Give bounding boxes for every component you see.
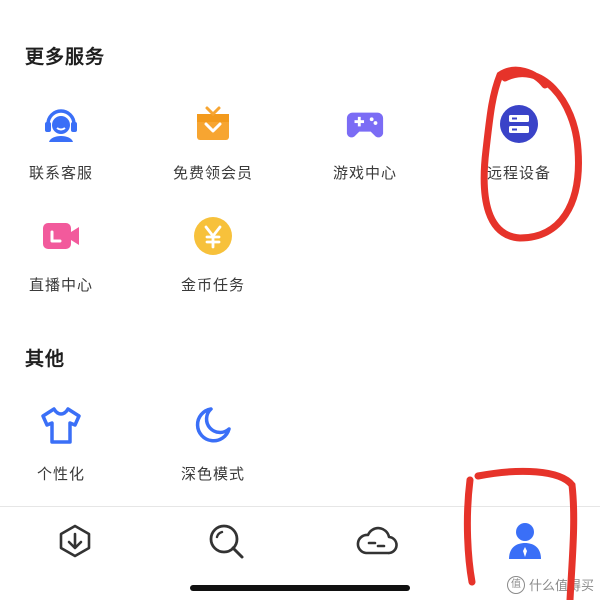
cloud-icon xyxy=(354,523,398,563)
yen-coin-icon xyxy=(193,216,233,256)
tab-search[interactable] xyxy=(196,521,256,565)
other-label: 个性化 xyxy=(36,465,85,483)
service-item-game-center[interactable]: 游戏中心 xyxy=(290,104,440,214)
tab-cloud[interactable] xyxy=(346,521,406,565)
watermark-text: 什么值得买 xyxy=(528,579,594,594)
service-item-free-vip[interactable]: 免费领会员 xyxy=(138,104,288,214)
tab-downloads[interactable] xyxy=(45,521,105,565)
headset-icon xyxy=(41,104,81,144)
section-title-more-services: 更多服务 xyxy=(25,46,106,68)
gamepad-icon xyxy=(345,104,385,144)
moon-icon xyxy=(193,405,233,445)
tab-profile[interactable] xyxy=(495,521,555,565)
section-title-other: 其他 xyxy=(25,348,66,370)
service-label: 金币任务 xyxy=(180,276,245,294)
service-label: 远程设备 xyxy=(486,164,551,182)
gift-icon xyxy=(193,104,233,144)
service-label: 联系客服 xyxy=(28,164,93,182)
service-label: 免费领会员 xyxy=(172,164,253,182)
service-item-customer-service[interactable]: 联系客服 xyxy=(0,104,136,214)
home-indicator xyxy=(190,585,410,591)
service-label: 游戏中心 xyxy=(332,164,397,182)
service-item-remote-device[interactable]: 远程设备 xyxy=(444,104,594,214)
other-label: 深色模式 xyxy=(180,465,245,483)
service-item-live-center[interactable]: 直播中心 xyxy=(0,216,136,326)
download-icon xyxy=(57,523,93,563)
video-icon xyxy=(41,216,81,256)
other-item-personalization[interactable]: 个性化 xyxy=(0,405,136,515)
search-icon xyxy=(206,521,246,565)
watermark-logo: 值 xyxy=(506,575,525,594)
watermark: 值 什么值得买 xyxy=(506,575,594,594)
other-item-dark-mode[interactable]: 深色模式 xyxy=(138,405,288,515)
profile-icon xyxy=(508,521,542,565)
server-icon xyxy=(499,104,539,144)
tshirt-icon xyxy=(41,405,81,445)
service-item-coin-tasks[interactable]: 金币任务 xyxy=(138,216,288,326)
service-label: 直播中心 xyxy=(28,276,93,294)
